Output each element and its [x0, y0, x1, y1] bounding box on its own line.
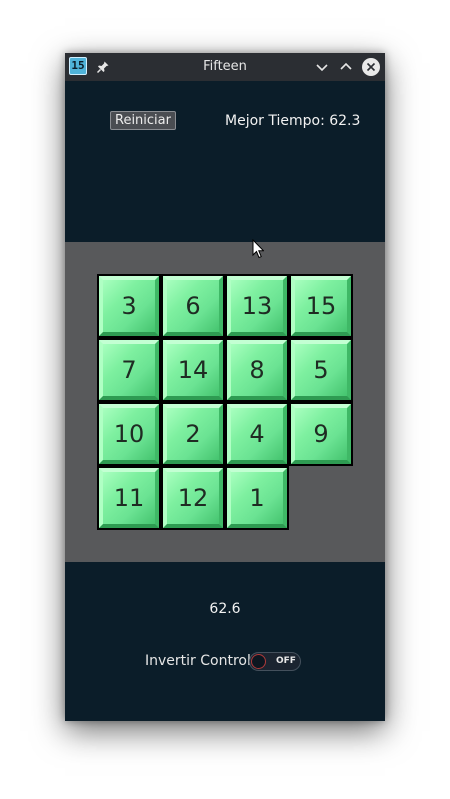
tile-number: 10 — [99, 404, 159, 464]
tile-number: 5 — [291, 340, 351, 400]
tile[interactable]: 8 — [225, 338, 289, 402]
close-icon[interactable] — [362, 58, 380, 76]
current-time: 62.6 — [209, 601, 241, 617]
tile[interactable]: 12 — [161, 466, 225, 530]
header-area: Reiniciar Mejor Tiempo: 62.3 — [65, 81, 385, 242]
tile-number: 4 — [227, 404, 287, 464]
tile[interactable]: 3 — [97, 274, 161, 338]
toggle-state-label: OFF — [276, 656, 296, 666]
tile[interactable]: 4 — [225, 402, 289, 466]
invert-control-label: Invertir Control — [145, 653, 251, 669]
tile-number: 11 — [99, 468, 159, 528]
tile[interactable]: 11 — [97, 466, 161, 530]
puzzle-board: 3 6 13 15 7 14 8 5 10 2 4 9 11 12 1 — [97, 274, 353, 530]
maximize-icon[interactable] — [337, 58, 355, 76]
tile[interactable]: 14 — [161, 338, 225, 402]
tile-number: 6 — [163, 276, 223, 336]
tile[interactable]: 10 — [97, 402, 161, 466]
invert-control-toggle[interactable]: OFF — [249, 652, 301, 671]
tile[interactable]: 2 — [161, 402, 225, 466]
tile[interactable]: 9 — [289, 402, 353, 466]
tile[interactable]: 13 — [225, 274, 289, 338]
tile-number: 2 — [163, 404, 223, 464]
tile[interactable]: 1 — [225, 466, 289, 530]
tile[interactable]: 6 — [161, 274, 225, 338]
restart-button[interactable]: Reiniciar — [110, 111, 176, 130]
footer-area: 62.6 Invertir Control OFF — [65, 562, 385, 721]
title-bar[interactable]: 15 Fifteen — [65, 53, 385, 81]
tile-number: 8 — [227, 340, 287, 400]
tile[interactable]: 7 — [97, 338, 161, 402]
app-window: 15 Fifteen Reiniciar Mejor Tiempo: 62.3 … — [65, 53, 385, 721]
tile-number: 7 — [99, 340, 159, 400]
tile-number: 1 — [227, 468, 287, 528]
mouse-cursor-icon — [252, 239, 264, 259]
tile-number: 13 — [227, 276, 287, 336]
tile-number: 12 — [163, 468, 223, 528]
best-time-label: Mejor Tiempo: 62.3 — [225, 113, 361, 129]
board-area: 3 6 13 15 7 14 8 5 10 2 4 9 11 12 1 — [65, 242, 385, 562]
tile-number: 15 — [291, 276, 351, 336]
tile[interactable]: 15 — [289, 274, 353, 338]
tile-number: 14 — [163, 340, 223, 400]
tile-number: 9 — [291, 404, 351, 464]
tile[interactable]: 5 — [289, 338, 353, 402]
minimize-icon[interactable] — [313, 58, 331, 76]
toggle-knob — [251, 654, 266, 669]
tile-number: 3 — [99, 276, 159, 336]
